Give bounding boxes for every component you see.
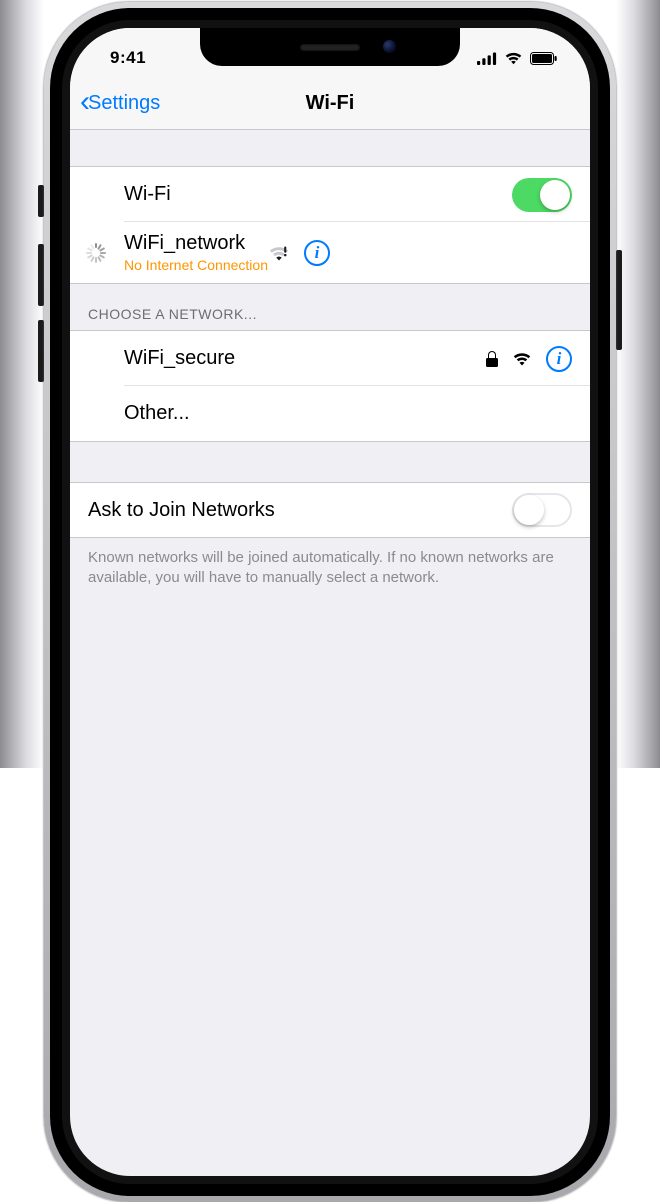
network-row[interactable]: WiFi_secure [70,330,590,386]
wifi-toggle-row: Wi-Fi [70,166,590,222]
connected-network-row[interactable]: WiFi_network No Internet Connection [70,222,590,284]
connected-network-name: WiFi_network [124,232,268,255]
page-title: Wi-Fi [306,92,355,115]
front-camera [383,40,396,53]
notch [200,28,460,66]
connected-network-status: No Internet Connection [124,257,268,273]
speaker-grille [300,44,360,51]
back-label: Settings [88,92,160,115]
wifi-toggle-label: Wi-Fi [88,183,512,206]
back-button[interactable]: ‹ Settings [80,78,160,129]
cellular-icon [477,52,497,65]
other-network-row[interactable]: Other... [70,386,590,442]
status-time: 9:41 [110,48,146,68]
wifi-icon [504,51,523,65]
network-name: WiFi_secure [88,347,486,370]
info-button[interactable] [546,346,572,372]
ask-join-toggle[interactable] [512,493,572,527]
info-button[interactable] [304,240,330,266]
wifi-signal-icon [512,351,532,366]
navigation-bar: ‹ Settings Wi-Fi [70,78,590,130]
power-button[interactable] [616,250,622,350]
other-label: Other... [88,402,572,425]
ask-join-footer: Known networks will be joined automatica… [70,538,590,599]
choose-network-header: CHOOSE A NETWORK... [70,284,590,330]
ask-join-row: Ask to Join Networks [70,482,590,538]
ask-join-label: Ask to Join Networks [88,499,512,522]
spinner-icon [86,243,106,263]
lock-icon [486,351,498,367]
battery-icon [530,52,558,65]
wifi-signal-weak-icon [268,245,290,261]
wifi-toggle[interactable] [512,178,572,212]
